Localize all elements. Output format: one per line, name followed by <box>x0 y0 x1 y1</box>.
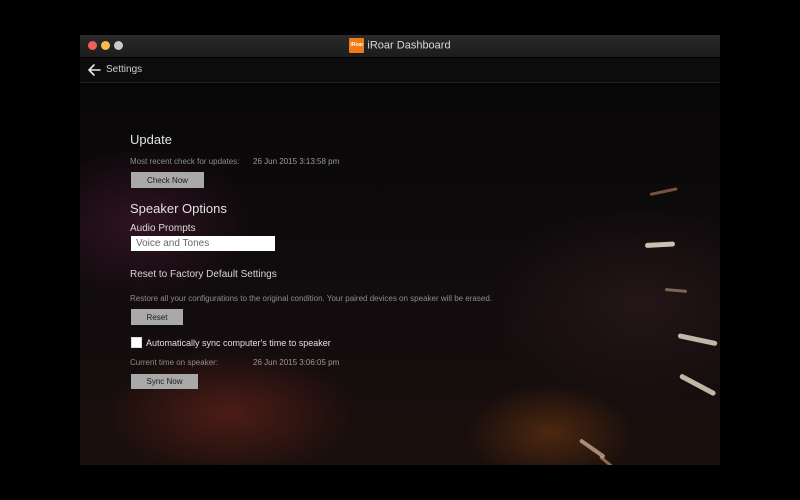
audio-prompts-label: Audio Prompts <box>130 223 196 234</box>
app-window: iRoar iRoar Dashboard Settings Update Mos… <box>80 35 720 465</box>
check-now-button[interactable]: Check Now <box>131 172 204 188</box>
settings-content: Update Most recent check for updates: 26… <box>80 35 720 465</box>
last-check-label: Most recent check for updates: <box>130 157 240 166</box>
current-time-label: Current time on speaker: <box>130 358 219 367</box>
reset-button[interactable]: Reset <box>131 309 183 325</box>
current-time-value: 26 Jun 2015 3:06:05 pm <box>253 358 340 367</box>
speaker-options-heading: Speaker Options <box>130 201 227 216</box>
sync-now-button[interactable]: Sync Now <box>131 374 198 389</box>
last-check-value: 26 Jun 2015 3:13:58 pm <box>253 157 340 166</box>
audio-prompts-field[interactable]: Voice and Tones <box>131 236 275 251</box>
auto-sync-checkbox[interactable] <box>131 337 142 348</box>
update-heading: Update <box>130 132 172 147</box>
reset-description: Restore all your configurations to the o… <box>130 294 492 303</box>
reset-heading: Reset to Factory Default Settings <box>130 269 277 280</box>
auto-sync-label: Automatically sync computer's time to sp… <box>146 338 331 348</box>
